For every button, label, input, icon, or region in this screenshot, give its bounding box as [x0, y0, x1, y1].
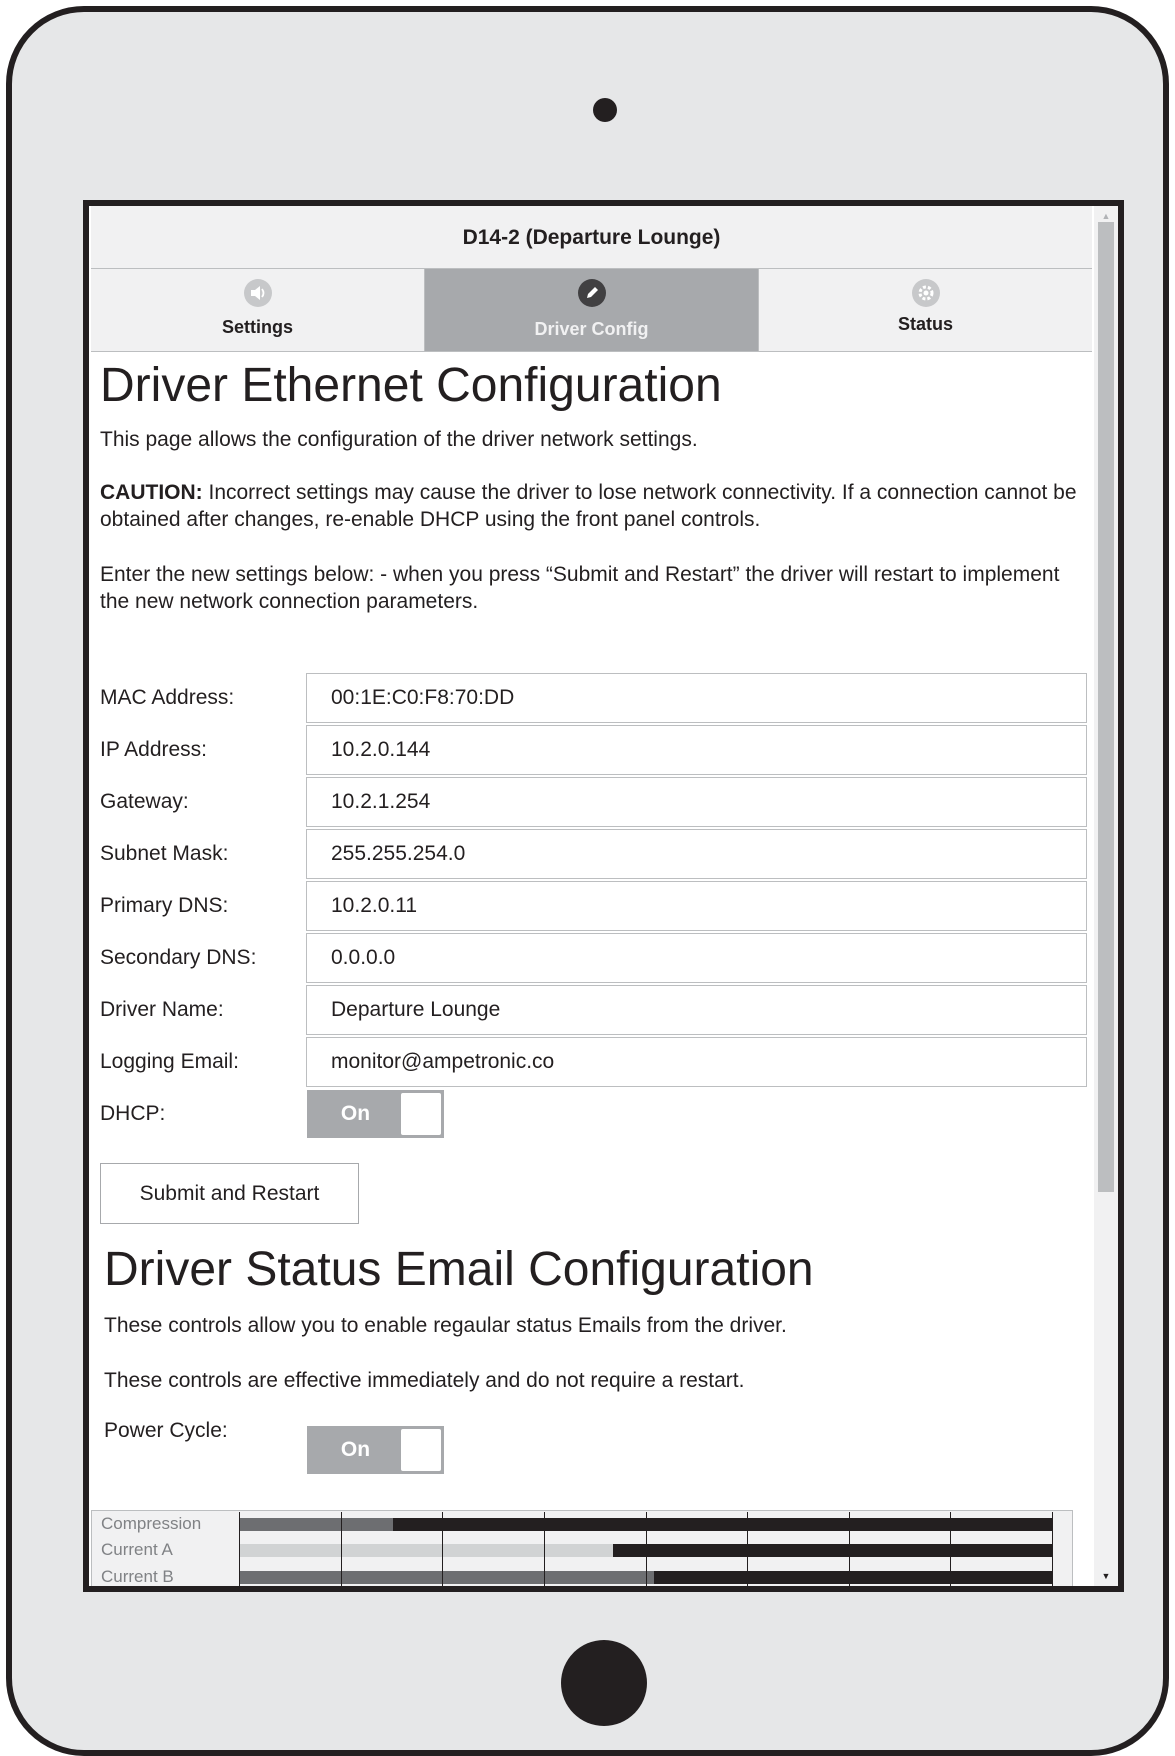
subnet-mask-field[interactable]	[306, 829, 1087, 879]
meter-tick	[442, 1512, 444, 1586]
form-row-dhcp: DHCP:	[100, 1089, 1092, 1139]
gear-icon	[911, 279, 940, 307]
speaker-icon	[243, 279, 272, 307]
form-row-mac: MAC Address:	[100, 673, 1092, 723]
scroll-down-arrow-icon[interactable]: ▼	[1094, 1568, 1118, 1584]
meter-panel: Compression Current A Current B	[91, 1510, 1073, 1586]
tab-driver-config[interactable]: Driver Config	[425, 269, 759, 351]
form-row-gateway: Gateway:	[100, 777, 1092, 827]
tab-label: Status	[897, 314, 953, 334]
caution-message: Incorrect settings may cause the driver …	[100, 481, 1077, 531]
compression-meter-fill	[239, 1518, 394, 1531]
ip-label: IP Address:	[100, 738, 208, 761]
primary-dns-label: Primary DNS:	[100, 894, 229, 917]
gateway-field[interactable]	[306, 777, 1087, 827]
page-content: D14-2 (Departure Lounge) Settings Driver…	[89, 206, 1094, 1586]
tab-bar: Settings Driver Config Status	[91, 269, 1092, 352]
camera-dot	[593, 98, 617, 122]
current-b-meter-fill	[239, 1571, 654, 1584]
meter-tick	[848, 1512, 850, 1586]
logging-email-field[interactable]	[306, 1037, 1087, 1087]
dhcp-toggle[interactable]: On	[307, 1090, 444, 1138]
toggle-state: On	[340, 1102, 371, 1125]
power-cycle-toggle[interactable]: On	[307, 1426, 444, 1474]
caution-label: CAUTION:	[100, 481, 203, 504]
power-cycle-label: Power Cycle:	[104, 1419, 228, 1442]
meter-tick	[1052, 1512, 1053, 1586]
toggle-state: On	[340, 1438, 371, 1461]
meter-label-current-a: Current A	[101, 1540, 173, 1559]
secondary-dns-label: Secondary DNS:	[100, 946, 257, 969]
toggle-knob	[401, 1093, 441, 1135]
gateway-label: Gateway:	[100, 790, 189, 813]
screen: D14-2 (Departure Lounge) Settings Driver…	[83, 200, 1124, 1592]
form-row-ip: IP Address:	[100, 725, 1092, 775]
email-config-heading: Driver Status Email Configuration	[104, 1243, 814, 1296]
meter-tick	[239, 1512, 240, 1586]
email-config-text-2: These controls are effective immediately…	[104, 1369, 745, 1392]
form-row-secondary-dns: Secondary DNS:	[100, 933, 1092, 983]
page-title: D14-2 (Departure Lounge)	[91, 206, 1092, 269]
email-config-text-1: These controls allow you to enable regau…	[104, 1314, 787, 1337]
secondary-dns-field[interactable]	[306, 933, 1087, 983]
ip-address-field[interactable]	[306, 725, 1087, 775]
subnet-label: Subnet Mask:	[100, 842, 229, 865]
meter-label-current-b: Current B	[101, 1567, 174, 1586]
driver-name-label: Driver Name:	[100, 998, 224, 1021]
tab-label: Settings	[221, 317, 293, 337]
scrollbar[interactable]: ▲ ▼	[1094, 206, 1118, 1586]
ethernet-instructions: Enter the new settings below: - when you…	[100, 563, 1060, 613]
logging-email-label: Logging Email:	[100, 1050, 239, 1073]
submit-and-restart-button[interactable]: Submit and Restart	[100, 1163, 359, 1224]
form-row-driver-name: Driver Name:	[100, 985, 1092, 1035]
meter-tick	[645, 1512, 647, 1586]
mac-label: MAC Address:	[100, 686, 235, 709]
tab-settings[interactable]: Settings	[91, 269, 425, 351]
scroll-thumb[interactable]	[1098, 222, 1114, 1192]
caution-text: CAUTION: Incorrect settings may cause th…	[100, 479, 1080, 533]
current-a-meter-fill	[239, 1544, 613, 1557]
mac-address-field[interactable]	[306, 673, 1087, 723]
toggle-knob	[401, 1429, 441, 1471]
pencil-icon	[577, 279, 606, 307]
driver-name-field[interactable]	[306, 985, 1087, 1035]
meter-tick	[747, 1512, 749, 1586]
meter-label-compression: Compression	[101, 1514, 202, 1533]
tablet-frame: D14-2 (Departure Lounge) Settings Driver…	[6, 6, 1169, 1756]
form-row-subnet: Subnet Mask:	[100, 829, 1092, 879]
dhcp-label: DHCP:	[100, 1102, 166, 1125]
meter-tick	[340, 1512, 342, 1586]
ethernet-intro: This page allows the configuration of th…	[100, 428, 698, 451]
meter-tick	[543, 1512, 545, 1586]
meter-tick	[950, 1512, 952, 1586]
form-row-primary-dns: Primary DNS:	[100, 881, 1092, 931]
primary-dns-field[interactable]	[306, 881, 1087, 931]
tab-label: Driver Config	[534, 319, 649, 339]
form-row-power-cycle: Power Cycle:	[104, 1406, 1094, 1456]
home-button[interactable]	[561, 1640, 647, 1726]
ethernet-heading: Driver Ethernet Configuration	[100, 359, 722, 412]
form-row-logging-email: Logging Email:	[100, 1037, 1092, 1087]
tab-status[interactable]: Status	[759, 269, 1092, 351]
